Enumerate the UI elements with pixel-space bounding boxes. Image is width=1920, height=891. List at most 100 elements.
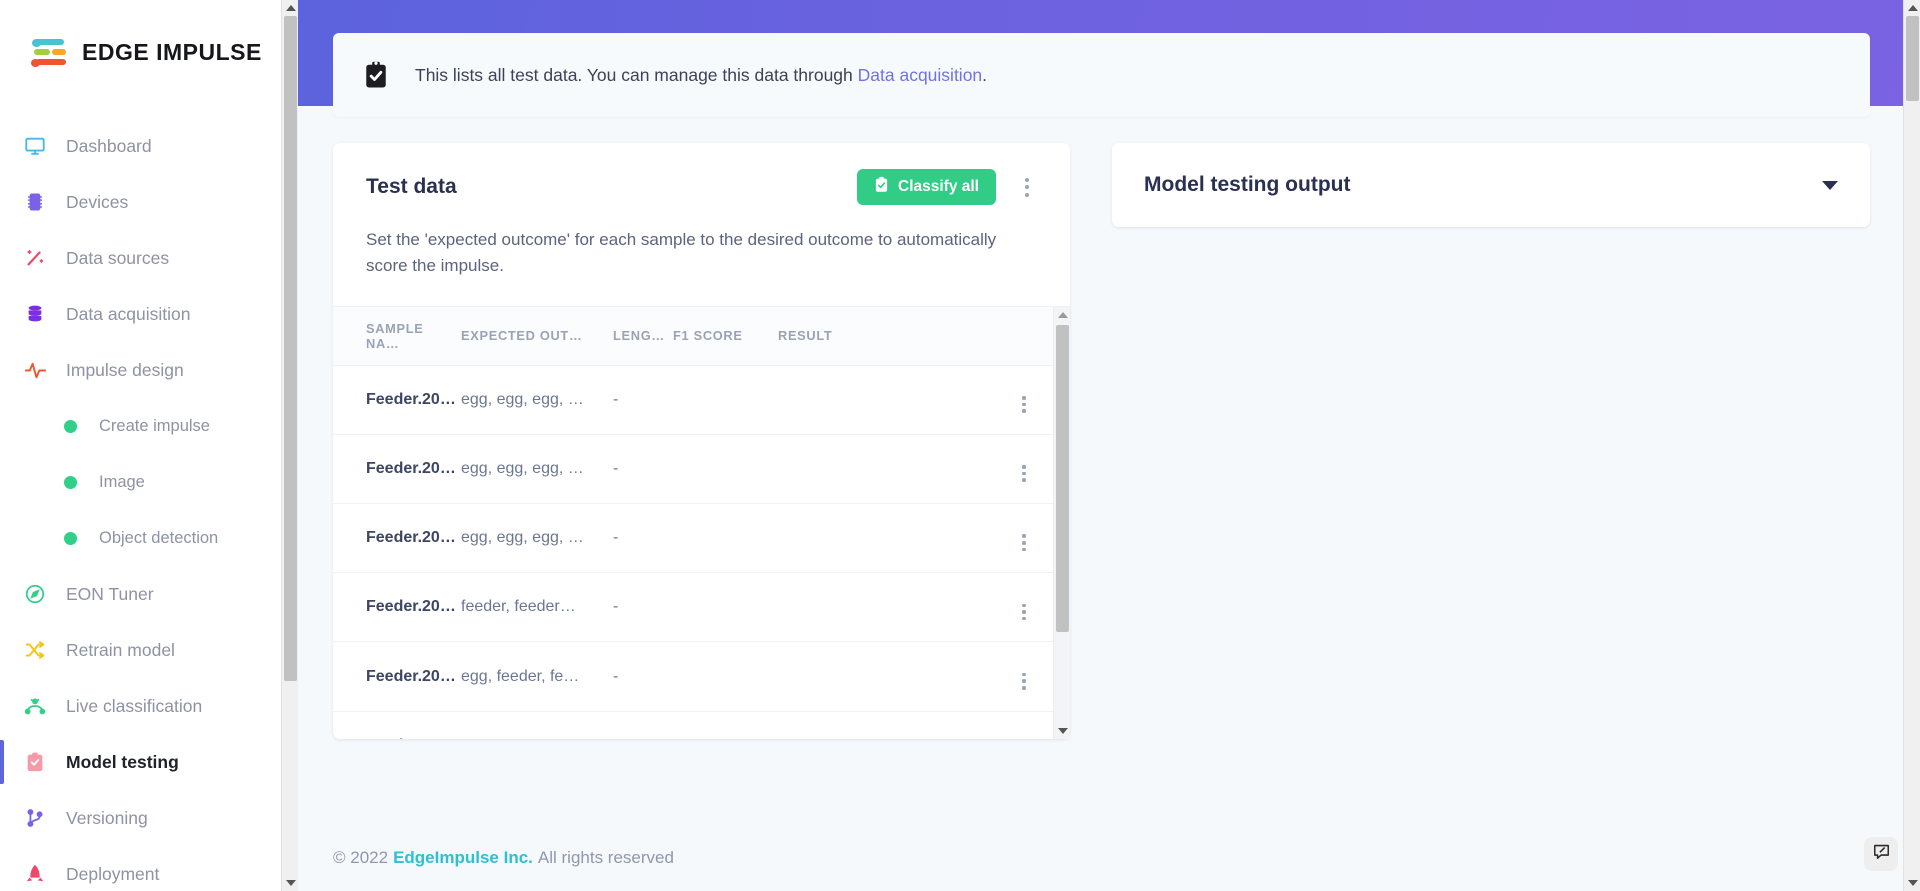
test-data-card-header: Test data Classify all: [333, 143, 1070, 227]
cell-sample-name: Feeder.20…: [333, 503, 461, 574]
sidebar-item-create-impulse[interactable]: Create impulse: [0, 398, 298, 454]
scroll-up-icon[interactable]: [282, 0, 298, 16]
feedback-icon: [1872, 842, 1891, 866]
column-header-sample-name[interactable]: SAMPLE NA…: [333, 306, 461, 366]
column-header-expected-outcome[interactable]: EXPECTED OUT…: [461, 306, 613, 366]
cell-result: [778, 503, 1000, 574]
sidebar-item-retrain-model[interactable]: Retrain model: [0, 622, 298, 678]
chevron-down-icon[interactable]: [1822, 180, 1838, 190]
page-scrollbar-thumb[interactable]: [1906, 16, 1919, 101]
table-header-row: SAMPLE NA… EXPECTED OUT… LENG… F1 SCORE …: [333, 306, 1070, 366]
row-kebab-menu-icon[interactable]: [1022, 672, 1026, 690]
cell-expected-outcome[interactable]: egg, egg, egg, …: [461, 503, 613, 574]
chip-icon: [22, 189, 48, 215]
row-kebab-menu-icon[interactable]: [1022, 396, 1026, 413]
cell-result: [778, 711, 1000, 739]
model-testing-output-header[interactable]: Model testing output: [1112, 143, 1870, 227]
green-dot-icon: [64, 531, 77, 545]
scroll-down-icon[interactable]: [1904, 875, 1920, 891]
test-data-table: SAMPLE NA… EXPECTED OUT… LENG… F1 SCORE …: [333, 306, 1070, 739]
branch-icon: [22, 805, 48, 831]
cell-result: [778, 434, 1000, 505]
cell-f1-score: [673, 641, 778, 712]
clipboard-check-icon: [22, 749, 48, 775]
column-header-f1-score[interactable]: F1 SCORE: [673, 306, 778, 366]
main-content: This lists all test data. You can manage…: [298, 0, 1920, 891]
classify-all-button-label: Classify all: [898, 178, 979, 195]
row-kebab-menu-icon[interactable]: [1022, 603, 1026, 621]
row-kebab-menu-icon[interactable]: [1022, 534, 1026, 552]
database-icon: [22, 301, 48, 327]
table-row[interactable]: Feeder.20… egg, egg, egg, … -: [333, 503, 1070, 574]
page-scrollbar[interactable]: [1903, 0, 1920, 891]
content-area: This lists all test data. You can manage…: [298, 33, 1920, 739]
cell-expected-outcome[interactable]: feeder, feeder…: [461, 572, 613, 643]
sidebar-item-deployment[interactable]: Deployment: [0, 846, 298, 891]
sidebar-item-model-testing[interactable]: Model testing: [0, 734, 298, 790]
cell-sample-name: Feeder.20…: [333, 365, 461, 435]
scroll-up-icon[interactable]: [1904, 0, 1920, 16]
scroll-up-icon[interactable]: [1054, 307, 1071, 323]
sidebar-item-image[interactable]: Image: [0, 454, 298, 510]
pulse-icon: [22, 357, 48, 383]
table-header: SAMPLE NA… EXPECTED OUT… LENG… F1 SCORE …: [333, 306, 1070, 366]
table-row[interactable]: Feeder.20… feeder, feeder… -: [333, 572, 1070, 643]
cell-result: [778, 572, 1000, 643]
table-row[interactable]: Feeder.20… egg, egg, egg, … -: [333, 365, 1070, 435]
table-scrollbar-thumb[interactable]: [1056, 324, 1069, 632]
cell-f1-score: [673, 434, 778, 505]
sidebar-item-impulse-design[interactable]: Impulse design: [0, 342, 298, 398]
sidebar: EDGE IMPULSE Dashboard Devices Data sour…: [0, 0, 298, 891]
footer-company[interactable]: EdgeImpulse Inc.: [393, 848, 533, 868]
test-data-card: Test data Classify all Set the 'expected…: [333, 143, 1070, 739]
sidebar-item-label: Object detection: [99, 528, 219, 547]
cell-sample-name: Feeder.20…: [333, 641, 461, 712]
classify-all-button[interactable]: Classify all: [857, 169, 996, 205]
sidebar-item-devices[interactable]: Devices: [0, 174, 298, 230]
table-row[interactable]: Feeder.20… egg, feeder, fe… -: [333, 641, 1070, 712]
test-data-table-wrap: SAMPLE NA… EXPECTED OUT… LENG… F1 SCORE …: [333, 305, 1071, 739]
cell-length: -: [613, 365, 673, 435]
sidebar-item-live-classification[interactable]: Live classification: [0, 678, 298, 734]
sidebar-scrollbar[interactable]: [281, 0, 298, 891]
data-acquisition-link[interactable]: Data acquisition: [858, 65, 983, 85]
column-header-length[interactable]: LENG…: [613, 306, 673, 366]
table-row[interactable]: Feeder.20… egg, egg, egg, … -: [333, 711, 1070, 739]
cell-expected-outcome[interactable]: egg, feeder, fe…: [461, 641, 613, 712]
sidebar-scrollbar-thumb[interactable]: [284, 16, 297, 681]
logo[interactable]: EDGE IMPULSE: [0, 0, 298, 68]
table-scrollbar[interactable]: [1053, 306, 1071, 739]
sidebar-item-dashboard[interactable]: Dashboard: [0, 118, 298, 174]
sidebar-item-label: EON Tuner: [66, 583, 154, 604]
cell-expected-outcome[interactable]: egg, egg, egg, …: [461, 365, 613, 435]
cell-sample-name: Feeder.20…: [333, 711, 461, 739]
cell-expected-outcome[interactable]: egg, egg, egg, …: [461, 711, 613, 739]
compass-icon: [22, 581, 48, 607]
sidebar-item-object-detection[interactable]: Object detection: [0, 510, 298, 566]
scroll-down-icon[interactable]: [1054, 723, 1071, 739]
sidebar-item-data-acquisition[interactable]: Data acquisition: [0, 286, 298, 342]
row-kebab-menu-icon[interactable]: [1022, 465, 1026, 483]
scroll-down-icon[interactable]: [282, 875, 298, 891]
info-banner-text-before: This lists all test data. You can manage…: [415, 64, 858, 85]
logo-text: EDGE IMPULSE: [82, 38, 262, 65]
kebab-menu-icon[interactable]: [1014, 172, 1040, 202]
cell-result: [778, 365, 1000, 435]
feedback-button[interactable]: [1864, 837, 1898, 871]
cards-row: Test data Classify all Set the 'expected…: [333, 143, 1870, 739]
test-data-table-scroll[interactable]: SAMPLE NA… EXPECTED OUT… LENG… F1 SCORE …: [333, 306, 1070, 739]
cell-f1-score: [673, 711, 778, 739]
sidebar-item-versioning[interactable]: Versioning: [0, 790, 298, 846]
monitor-icon: [22, 133, 48, 159]
table-row[interactable]: Feeder.20… egg, egg, egg, … -: [333, 434, 1070, 505]
cell-sample-name: Feeder.20…: [333, 434, 461, 505]
sidebar-item-eon-tuner[interactable]: EON Tuner: [0, 566, 298, 622]
cell-expected-outcome[interactable]: egg, egg, egg, …: [461, 434, 613, 505]
page-title: Test data: [366, 175, 457, 198]
cell-length: -: [613, 503, 673, 574]
column-header-result[interactable]: RESULT: [778, 306, 1000, 366]
sidebar-item-label: Impulse design: [66, 359, 184, 380]
sidebar-item-data-sources[interactable]: Data sources: [0, 230, 298, 286]
footer-copyright: © 2022: [333, 848, 389, 867]
cell-f1-score: [673, 503, 778, 574]
